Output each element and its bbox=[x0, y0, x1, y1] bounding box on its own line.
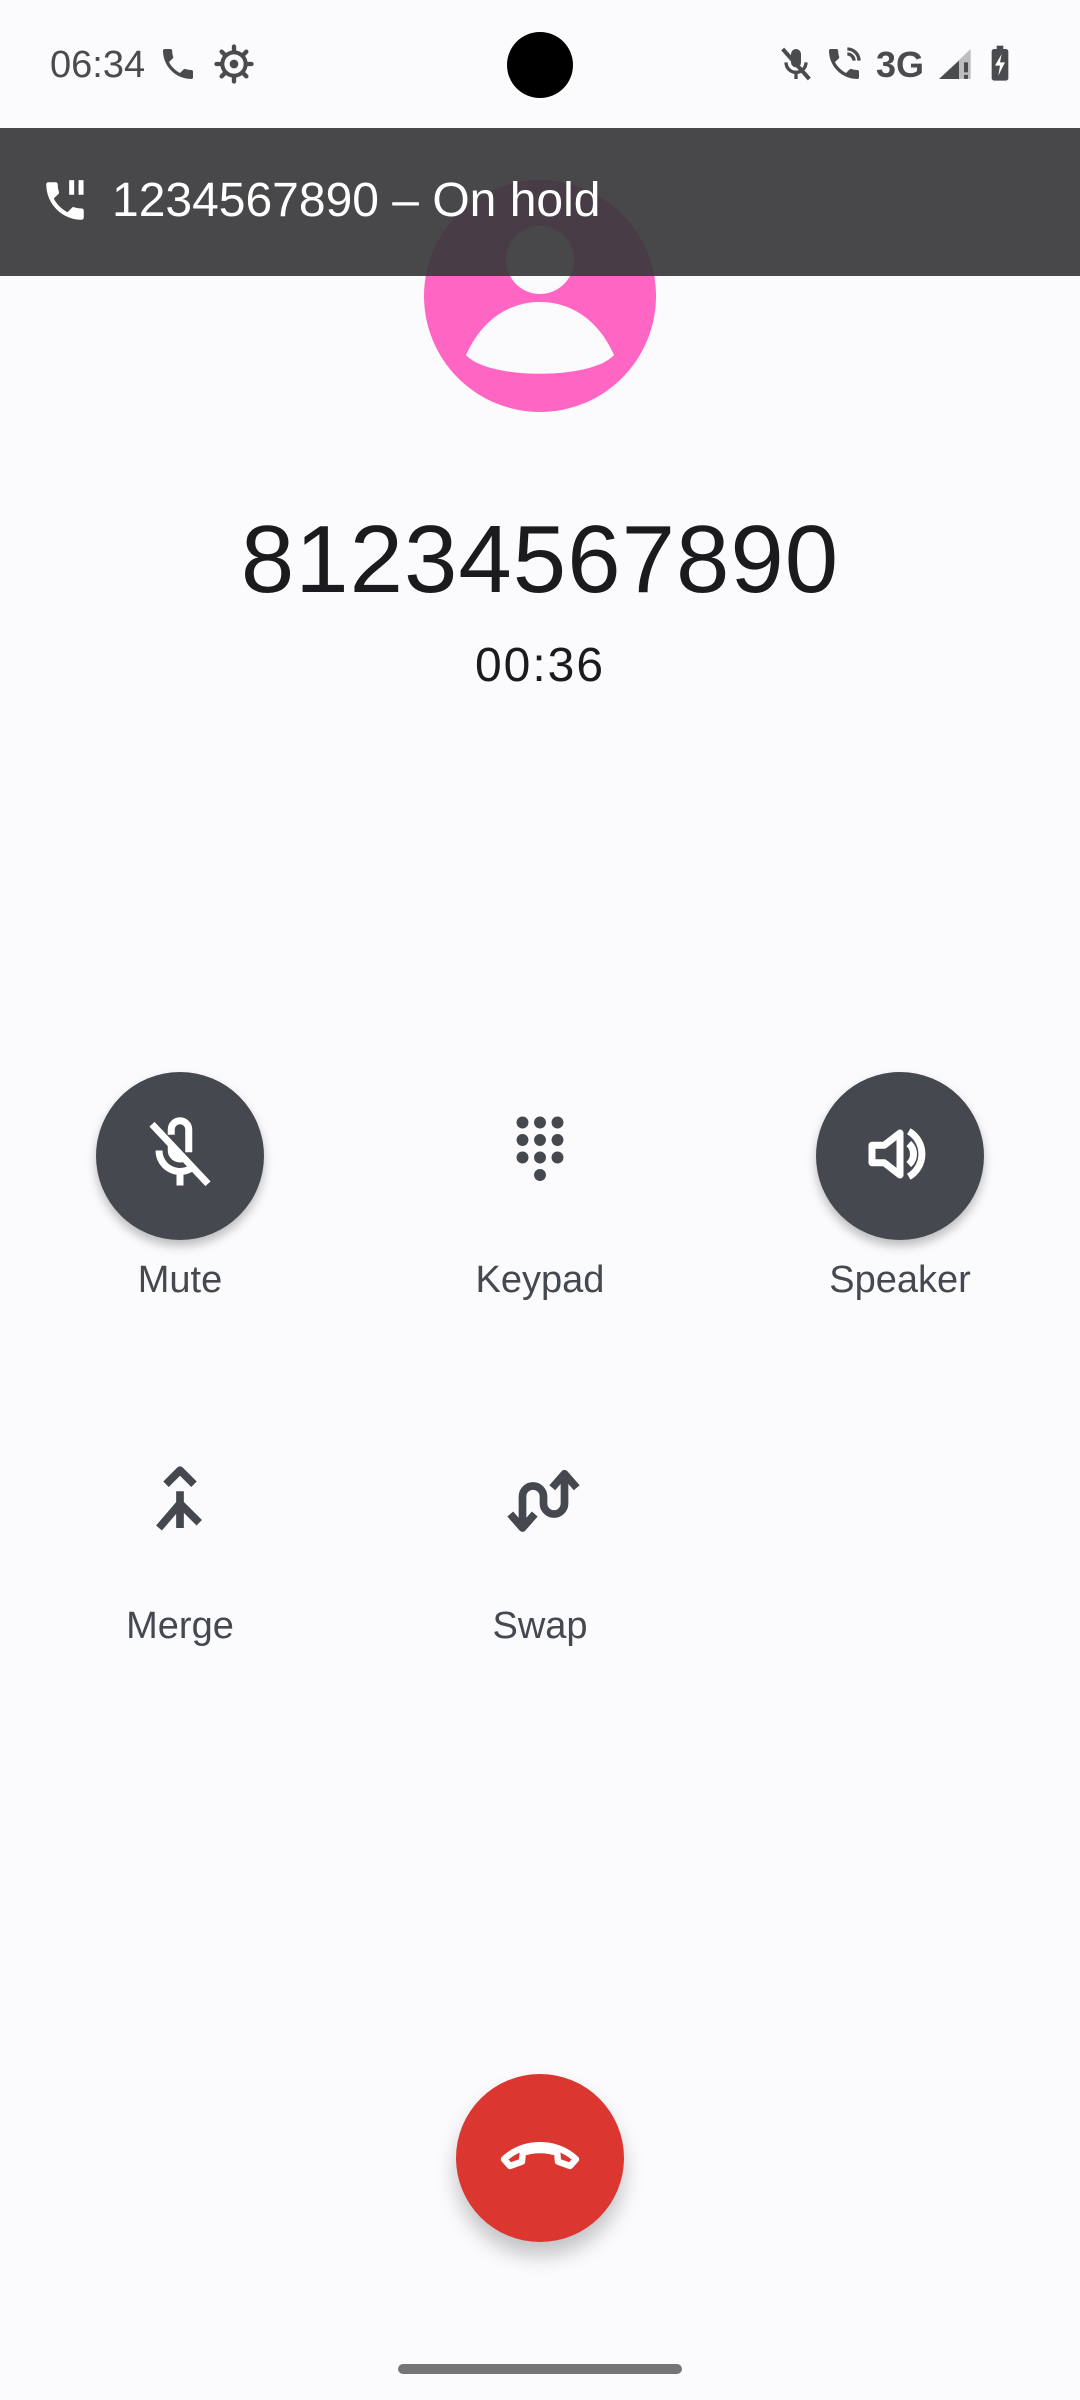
mute-button[interactable] bbox=[96, 1072, 264, 1240]
phone-paused-icon bbox=[40, 176, 90, 226]
camera-cutout bbox=[507, 32, 573, 98]
gesture-nav-handle[interactable] bbox=[398, 2364, 682, 2374]
speaker-label: Speaker bbox=[829, 1259, 971, 1301]
mute-label: Mute bbox=[137, 1259, 223, 1301]
battery-charging-icon bbox=[980, 44, 1020, 84]
network-type: 3G bbox=[876, 44, 925, 85]
mic-off-icon bbox=[138, 1112, 222, 1201]
phone-icon bbox=[158, 44, 198, 84]
call-end-icon bbox=[492, 2108, 588, 2209]
merge-button[interactable] bbox=[96, 1418, 264, 1586]
on-hold-text: 1234567890 – On hold bbox=[112, 174, 601, 227]
call-timer: 00:36 bbox=[474, 639, 606, 692]
status-time: 06:34 bbox=[50, 44, 146, 86]
volume-icon bbox=[858, 1112, 942, 1201]
mic-muted-icon bbox=[776, 44, 816, 84]
swap-label: Swap bbox=[492, 1605, 588, 1647]
mute-control: Mute bbox=[0, 1062, 360, 1322]
end-call-button[interactable] bbox=[456, 2074, 624, 2242]
swap-calls-icon bbox=[498, 1458, 582, 1547]
wifi-calling-icon bbox=[824, 44, 864, 84]
keypad-control: Keypad bbox=[360, 1062, 720, 1322]
merge-control: Merge bbox=[0, 1408, 360, 1668]
signal-icon bbox=[934, 44, 974, 84]
keypad-button[interactable] bbox=[456, 1072, 624, 1240]
speaker-control: Speaker bbox=[720, 1062, 1080, 1322]
caller-number: 81234567890 bbox=[240, 506, 840, 613]
merge-icon bbox=[138, 1458, 222, 1547]
status-bar: 06:34 3G bbox=[0, 0, 1080, 128]
dialpad-icon bbox=[498, 1112, 582, 1201]
on-hold-banner[interactable]: 1234567890 – On hold bbox=[0, 128, 1080, 276]
keypad-label: Keypad bbox=[475, 1259, 605, 1301]
speaker-button[interactable] bbox=[816, 1072, 984, 1240]
swap-button[interactable] bbox=[456, 1418, 624, 1586]
settings-gear-icon bbox=[214, 44, 254, 84]
merge-label: Merge bbox=[126, 1605, 234, 1647]
swap-control: Swap bbox=[360, 1408, 720, 1668]
